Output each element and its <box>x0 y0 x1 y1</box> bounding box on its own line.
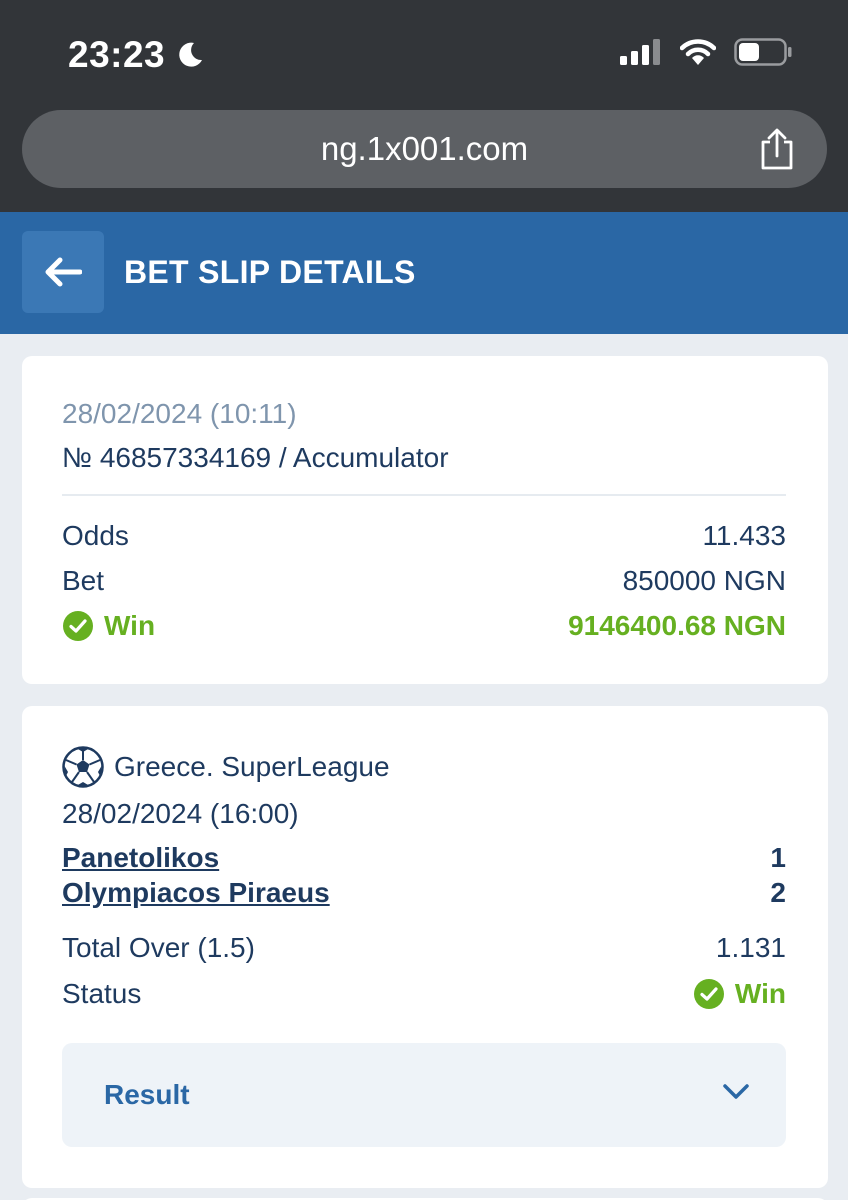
check-circle-icon <box>63 611 93 641</box>
bet-row: Bet 850000 NGN <box>62 565 786 597</box>
signal-icon <box>620 39 660 65</box>
divider <box>62 494 786 496</box>
status-label: Status <box>62 978 142 1009</box>
clock-text: 23:23 <box>68 34 166 75</box>
soccer-ball-icon <box>62 746 104 788</box>
league-name: Greece. SuperLeague <box>114 751 390 782</box>
league-row: Greece. SuperLeague <box>62 746 786 788</box>
odds-label: Odds <box>62 520 129 551</box>
battery-icon <box>734 38 792 66</box>
slip-number: № 46857334169 / Accumulator <box>62 442 449 473</box>
event-card: Greece. SuperLeague 28/02/2024 (16:00) P… <box>22 706 828 1188</box>
status-row: Status Win <box>62 978 786 1010</box>
market-label: Total Over (1.5) <box>62 932 255 963</box>
team1-score: 1 <box>770 842 786 873</box>
result-label[interactable]: Result <box>104 1079 190 1111</box>
slip-datetime-row: 28/02/2024 (10:11) <box>62 398 786 430</box>
page-title: BET SLIP DETAILS <box>124 254 416 290</box>
browser-chrome: 23:23 ng.1x001.com <box>0 0 848 212</box>
result-dropdown[interactable]: Result <box>62 1043 786 1147</box>
event-datetime: 28/02/2024 (16:00) <box>62 798 299 829</box>
share-icon[interactable] <box>757 128 797 170</box>
bet-label: Bet <box>62 565 105 596</box>
status-icons <box>620 38 792 66</box>
market-row: Total Over (1.5) 1.131 <box>62 932 786 964</box>
team2-link[interactable]: Olympiacos Piraeus <box>62 877 330 909</box>
team1-row: Panetolikos 1 <box>62 842 786 874</box>
slip-number-row: № 46857334169 / Accumulator <box>62 442 786 474</box>
status-time: 23:23 <box>68 34 205 76</box>
status-value: Win <box>734 978 786 1009</box>
chevron-down-icon[interactable] <box>722 1081 750 1101</box>
slip-datetime: 28/02/2024 (10:11) <box>62 398 297 429</box>
slip-summary-card: 28/02/2024 (10:11) № 46857334169 / Accum… <box>22 356 828 684</box>
address-bar[interactable]: ng.1x001.com <box>22 110 827 188</box>
team2-row: Olympiacos Piraeus 2 <box>62 877 786 909</box>
check-circle-icon <box>693 979 724 1009</box>
odds-row: Odds 11.433 <box>62 520 786 552</box>
win-status: Win <box>62 610 155 642</box>
app-header: BET SLIP DETAILS <box>0 212 848 334</box>
moon-icon <box>179 42 203 67</box>
status-win: Win <box>693 978 786 1010</box>
back-arrow-icon <box>45 257 82 287</box>
url-text[interactable]: ng.1x001.com <box>22 130 827 168</box>
win-label: Win <box>104 610 156 641</box>
back-button[interactable] <box>22 231 104 313</box>
league: Greece. SuperLeague <box>62 746 390 788</box>
odds-value: 11.433 <box>702 520 786 551</box>
win-amount: 9146400.68 NGN <box>568 610 786 641</box>
event-datetime-row: 28/02/2024 (16:00) <box>62 798 786 830</box>
wifi-icon <box>680 39 716 65</box>
team2-score: 2 <box>770 877 786 908</box>
market-odds: 1.131 <box>715 932 786 963</box>
bet-value: 850000 NGN <box>622 565 786 596</box>
win-row: Win 9146400.68 NGN <box>62 610 786 642</box>
team1-link[interactable]: Panetolikos <box>62 842 219 874</box>
